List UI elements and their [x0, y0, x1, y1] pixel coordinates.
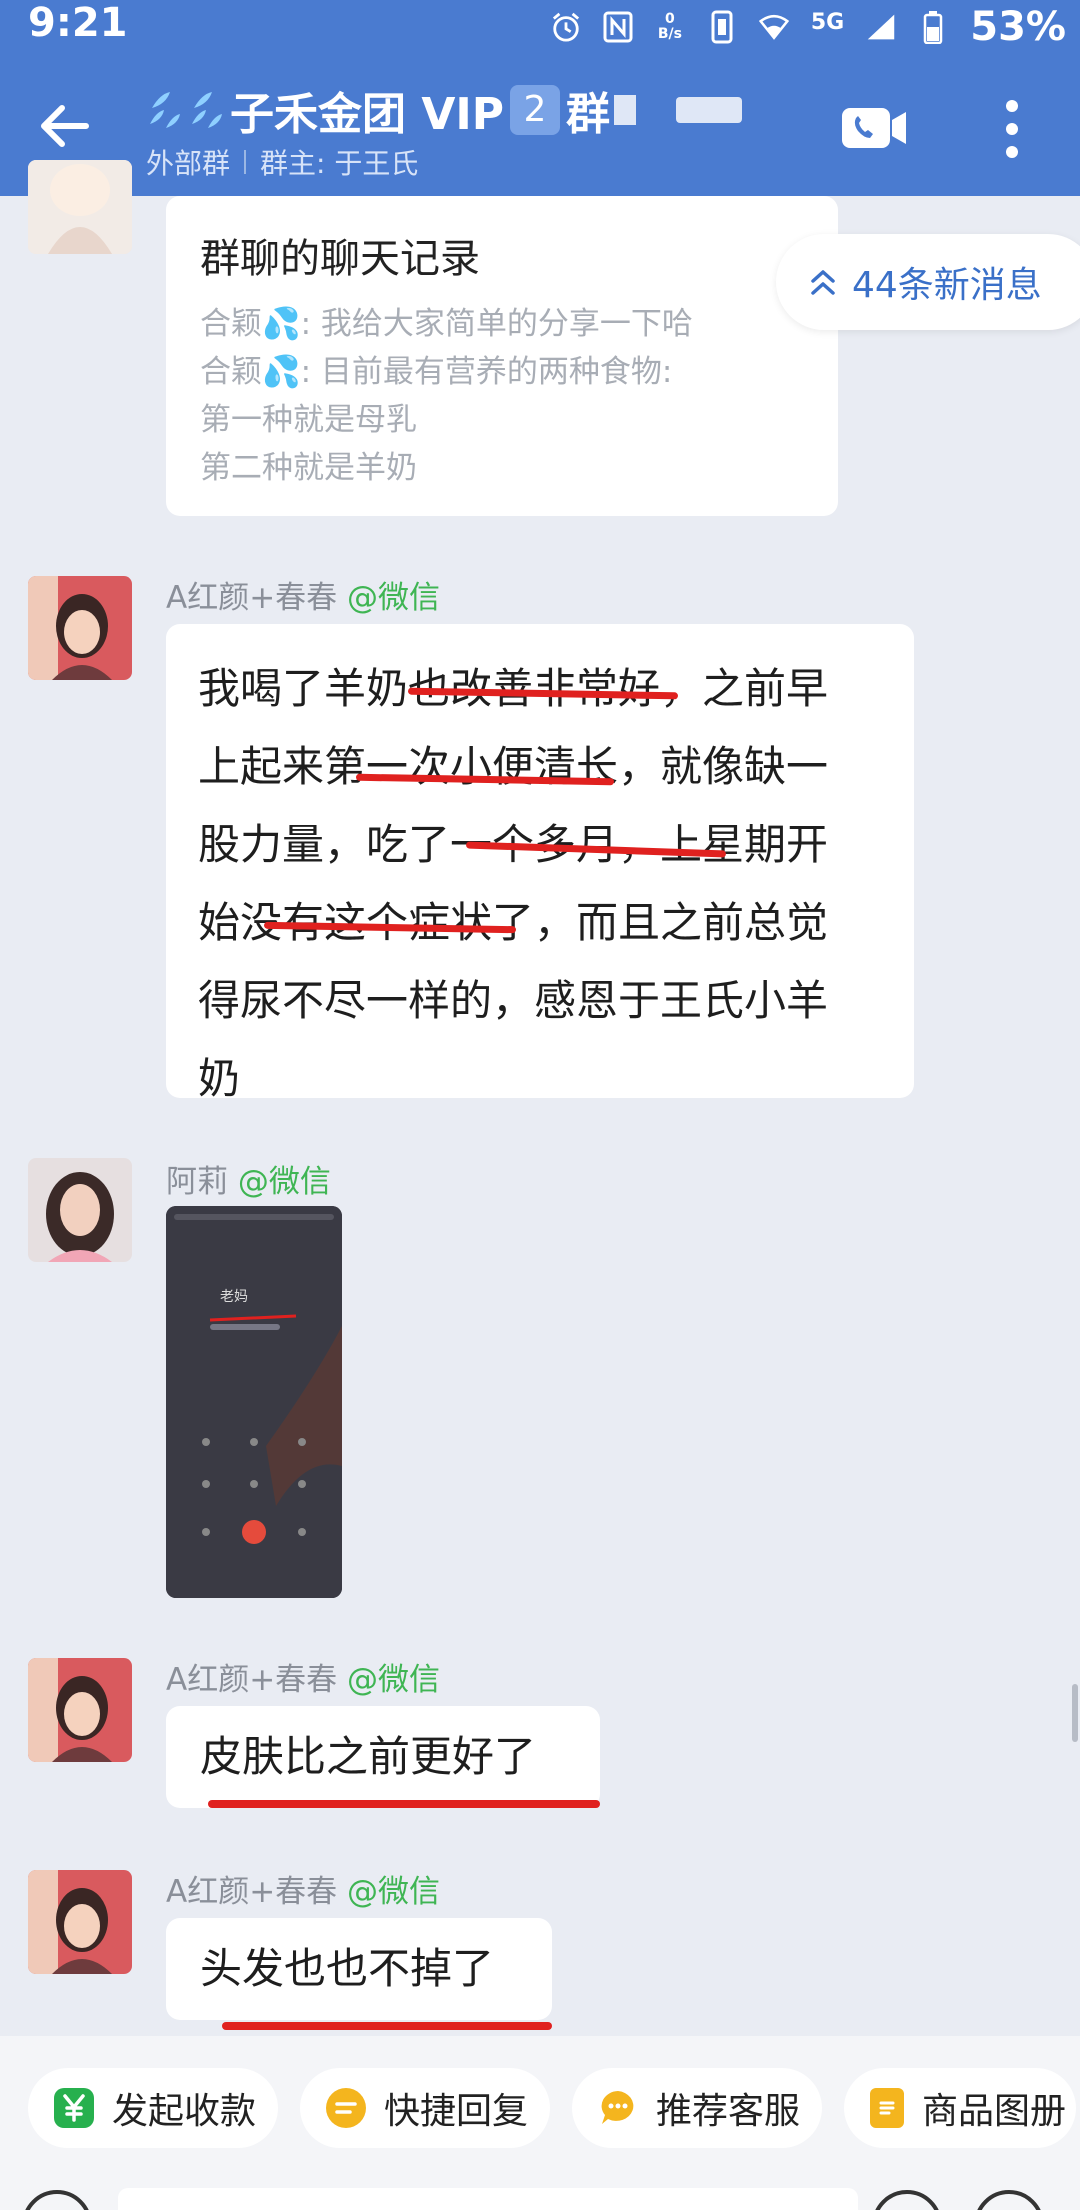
- chat-record-line: 第一种就是母乳: [200, 402, 417, 438]
- redacted-block: [676, 97, 742, 123]
- chat-title[interactable]: 子禾金团 VIP 2 群: [146, 80, 742, 140]
- water-drop-icon: [192, 92, 222, 128]
- battery-level: 53%: [970, 4, 1066, 50]
- quick-reply-icon: [326, 2088, 366, 2128]
- group-type: 外部群: [146, 147, 231, 180]
- chat-record-line: 第二种就是羊奶: [200, 450, 417, 486]
- new-messages-label: 44条新消息: [852, 265, 1042, 306]
- network-type: 5G: [810, 10, 845, 35]
- request-payment-button[interactable]: 发起收款: [28, 2068, 279, 2148]
- status-time: 9:21: [28, 0, 128, 46]
- chat-record-line: 合颖💦: 目前最有营养的两种食物:: [200, 354, 673, 390]
- status-bar: 9:21 0 B/s 5G 53%: [0, 0, 1080, 50]
- scrollbar[interactable]: [1072, 1684, 1078, 1742]
- chat-title-suffix: 群: [566, 89, 610, 140]
- image-caption: 老妈: [220, 1289, 248, 1305]
- recommend-service-button[interactable]: 推荐客服: [572, 2068, 823, 2148]
- chat-bubble-icon: [598, 2088, 638, 2128]
- divider: [244, 150, 247, 174]
- image-message-thumbnail[interactable]: 老妈: [166, 1206, 342, 1598]
- status-icons: 0 B/s 5G 53%: [551, 4, 1066, 50]
- catalog-icon: [870, 2088, 904, 2128]
- alarm-icon: [551, 10, 581, 44]
- yen-icon: [54, 2088, 94, 2128]
- quick-action-label: 推荐客服: [656, 2091, 801, 2132]
- red-annotation-underline: [208, 1800, 600, 1808]
- chat-record-title: 群聊的聊天记录: [200, 236, 480, 282]
- double-chevron-up-icon: [811, 270, 835, 295]
- sender-name: A红颜+春春 @微信: [166, 580, 441, 616]
- source-tag: @微信: [347, 1662, 441, 1698]
- group-owner: 群主: 于王氏: [260, 147, 419, 180]
- more-vertical-icon: [1006, 100, 1018, 158]
- quick-action-label: 快捷回复: [384, 2091, 529, 2132]
- chat-title-text: 子禾金团 VIP: [230, 89, 504, 140]
- phone-call-screenshot-image: [166, 1206, 342, 1598]
- quick-reply-button[interactable]: 快捷回复: [300, 2068, 551, 2148]
- message-line: 得尿不尽一样的，感恩于王氏小羊: [198, 976, 829, 1025]
- water-drop-icons: [146, 90, 226, 130]
- emoji-icon[interactable]: [872, 2190, 942, 2210]
- message-bubble[interactable]: 头发也也不掉了: [166, 1918, 552, 2020]
- video-call-button[interactable]: [840, 104, 910, 152]
- water-drop-icon: [150, 92, 180, 128]
- video-call-icon: [842, 108, 906, 148]
- message-input-row: [0, 2186, 1080, 2210]
- quick-action-label: 发起收款: [112, 2091, 257, 2132]
- message-input[interactable]: [118, 2188, 858, 2210]
- message-line: 头发也也不掉了: [200, 1944, 495, 1993]
- message-line: 上起来第一次小便清长，就像缺一: [198, 742, 829, 791]
- chat-subtitle: 外部群 群主: 于王氏: [146, 142, 418, 182]
- source-tag: @微信: [347, 580, 441, 616]
- wifi-icon: [758, 10, 789, 44]
- app-header: 9:21 0 B/s 5G 53% 子禾金团 VIP 2 群 外部群 群主: 于…: [0, 0, 1080, 196]
- back-button[interactable]: [36, 98, 96, 158]
- battery-icon: [918, 10, 948, 44]
- net-speed: 0 B/s: [657, 11, 682, 42]
- sender-name: 阿莉 @微信: [166, 1164, 331, 1200]
- source-tag: @微信: [347, 1874, 441, 1910]
- message-line: 皮肤比之前更好了: [200, 1732, 537, 1781]
- message-bubble[interactable]: 皮肤比之前更好了: [166, 1706, 600, 1808]
- vibrate-icon: [707, 10, 737, 44]
- avatar[interactable]: [28, 576, 132, 680]
- redacted-block: [614, 95, 636, 125]
- chat-record-card[interactable]: 群聊的聊天记录 合颖💦: 我给大家简单的分享一下哈 合颖💦: 目前最有营养的两种…: [166, 196, 838, 516]
- voice-toggle-icon[interactable]: [22, 2190, 92, 2210]
- avatar[interactable]: [28, 160, 132, 254]
- back-arrow-icon: [41, 105, 89, 147]
- nfc-icon: [603, 10, 633, 44]
- source-tag: @微信: [237, 1164, 331, 1200]
- avatar[interactable]: [28, 1870, 132, 1974]
- plus-icon[interactable]: [974, 2190, 1044, 2210]
- red-annotation-underline: [222, 2022, 552, 2030]
- avatar[interactable]: [28, 1158, 132, 1262]
- group-number-badge: 2: [510, 85, 560, 135]
- signal-icon: [866, 10, 896, 44]
- quick-action-label: 商品图册: [922, 2091, 1067, 2132]
- chat-record-line: 合颖💦: 我给大家简单的分享一下哈: [200, 306, 693, 342]
- sender-name: A红颜+春春 @微信: [166, 1662, 441, 1698]
- more-options-button[interactable]: [994, 96, 1030, 162]
- message-line: 奶: [198, 1054, 241, 1103]
- sender-name: A红颜+春春 @微信: [166, 1874, 441, 1910]
- new-messages-button[interactable]: 44条新消息: [776, 234, 1080, 330]
- product-catalog-button[interactable]: 商品图册: [844, 2068, 1077, 2148]
- avatar[interactable]: [28, 1658, 132, 1762]
- quick-actions-toolbar: 发起收款 快捷回复 推荐客服 商品图册: [0, 2036, 1080, 2210]
